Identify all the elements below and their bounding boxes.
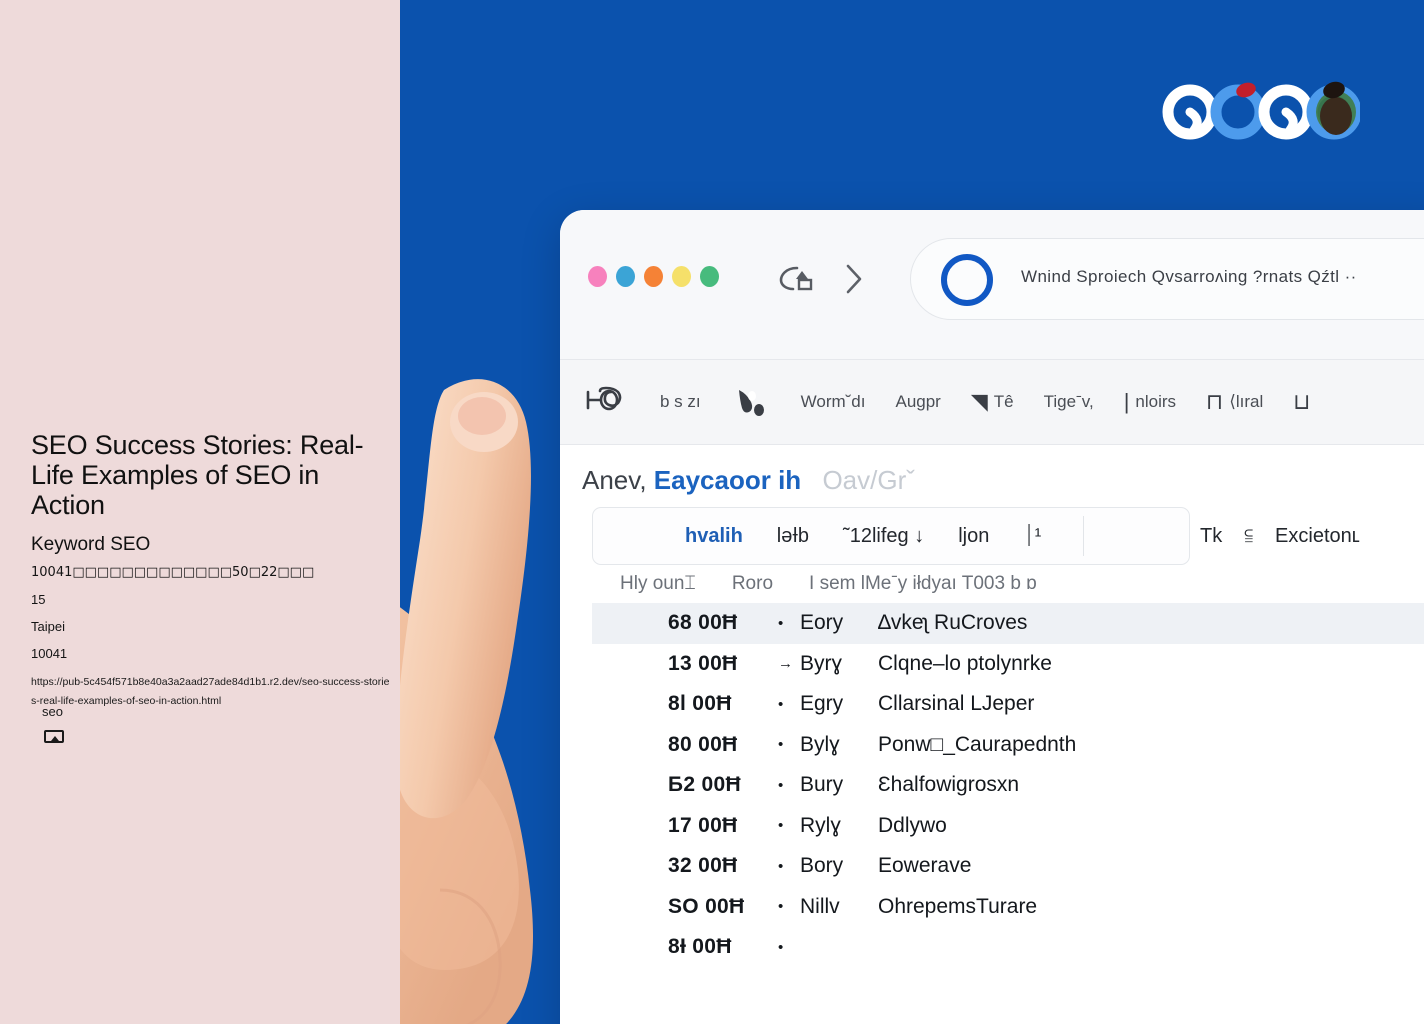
fourth-dot[interactable]	[672, 266, 691, 287]
profile-ring-icon	[941, 254, 993, 306]
address-line: 10041□□□□□□□□□□□□□50□22□□□	[31, 565, 315, 580]
row-description: ∆vkeʅ RuCroves	[878, 611, 1028, 635]
minimize-dot[interactable]	[616, 266, 635, 287]
city-line: Taipei	[31, 619, 65, 634]
back-arrow-icon[interactable]	[775, 262, 817, 296]
filter-bar-right[interactable]: Tk ⫅ Excietonʟ	[1200, 507, 1360, 565]
filter-export-label[interactable]: Excietonʟ	[1275, 525, 1360, 548]
article-url[interactable]: https://pub-5c454f571b8e40a3a2aad27ade84…	[31, 673, 391, 711]
number-line: 15	[31, 592, 46, 607]
postal-line: 10041	[31, 646, 68, 661]
toolbar-item-7[interactable]: Tigeˉv,	[1044, 392, 1094, 412]
row-tag: Rylɣ	[800, 813, 841, 837]
navigation-controls[interactable]	[775, 262, 865, 296]
forward-chevron-icon[interactable]	[843, 262, 865, 296]
upload-icon	[44, 730, 64, 743]
toolbar-item-10[interactable]: ⊔	[1293, 389, 1310, 415]
footer-tag: seo	[42, 704, 63, 719]
filter-right-icon[interactable]: ⫅	[1244, 525, 1253, 548]
row-description: Clqne–lo ptolynrke	[878, 651, 1052, 675]
toolbar-item-8[interactable]: | nloirs	[1124, 389, 1176, 415]
toolbar-item-5[interactable]: Augpr	[895, 392, 940, 412]
toolbar-item-4[interactable]: Worm˘dı	[801, 392, 866, 412]
brand-logo	[1162, 81, 1360, 140]
toolbar-item-9-label: ⟨lıral	[1229, 392, 1264, 411]
address-bar[interactable]: Wnind Sproiech Qvsarroʌing ?rnats Qźtl ·…	[910, 238, 1424, 320]
row-description: Ddlywo	[878, 813, 947, 837]
sub-header-col-3: I sem lMeˉy iłdyaı T003 b ɒ	[809, 573, 1037, 594]
filter-divider	[1083, 516, 1085, 556]
maximize-dot[interactable]	[644, 266, 663, 287]
row-description: OhrepemsTurare	[878, 894, 1038, 918]
filter-icon-5[interactable]: ⏐¹	[1023, 525, 1041, 548]
row-tag: Bory	[800, 854, 844, 878]
toolbar-item-6-label: Tê	[993, 392, 1014, 411]
window-controls[interactable]	[588, 266, 719, 287]
address-bar-text: Wnind Sproiech Qvsarroʌing ?rnats Qźtl ·…	[1021, 267, 1357, 286]
toolbar-item-8-label: nloirs	[1135, 392, 1177, 411]
bar-divider-icon: |	[1123, 389, 1130, 414]
row-tag: Bylɣ	[800, 732, 840, 756]
article-summary: SEO Success Stories: Real-Life Examples …	[31, 430, 393, 711]
toolbar-item-9[interactable]: ⊓ ⟨lıral	[1206, 389, 1263, 415]
filter-dropdown[interactable]: ˜12lifeg ↓	[843, 525, 924, 548]
close-dot[interactable]	[588, 266, 607, 287]
filter-tab-4[interactable]: ljon	[958, 525, 989, 548]
row-description: Ponw□_Caurapednth	[878, 732, 1077, 756]
keyword-label: Keyword SEO	[31, 534, 151, 555]
row-tag: Eory	[800, 611, 844, 635]
fifth-dot[interactable]	[700, 266, 719, 287]
row-tag: Egry	[800, 692, 844, 716]
row-tag: Byrɣ	[800, 651, 843, 675]
row-description: Cllarsinal LJeper	[878, 692, 1035, 716]
filter-right-label[interactable]: Tk	[1200, 525, 1222, 548]
row-tag: Bury	[800, 773, 844, 797]
blue-stage: Wnind Sproiech Qvsarroʌing ?rnats Qźtl ·…	[400, 0, 1424, 1024]
bracket-icon: ⊓	[1206, 389, 1224, 414]
row-tag: Nillv	[800, 894, 840, 918]
heading-part-muted: Oav/Grˇ	[822, 465, 915, 495]
flag-icon: ◥	[970, 389, 988, 414]
toolbar-item-6[interactable]: ◥ Tê	[971, 389, 1014, 415]
page-title: SEO Success Stories: Real-Life Examples …	[31, 430, 364, 520]
left-info-panel: SEO Success Stories: Real-Life Examples …	[0, 0, 400, 1024]
pointing-hand	[400, 379, 533, 1024]
row-description: Eowerave	[878, 854, 972, 878]
row-description: Ɛhalfowigrosxn	[878, 773, 1020, 797]
